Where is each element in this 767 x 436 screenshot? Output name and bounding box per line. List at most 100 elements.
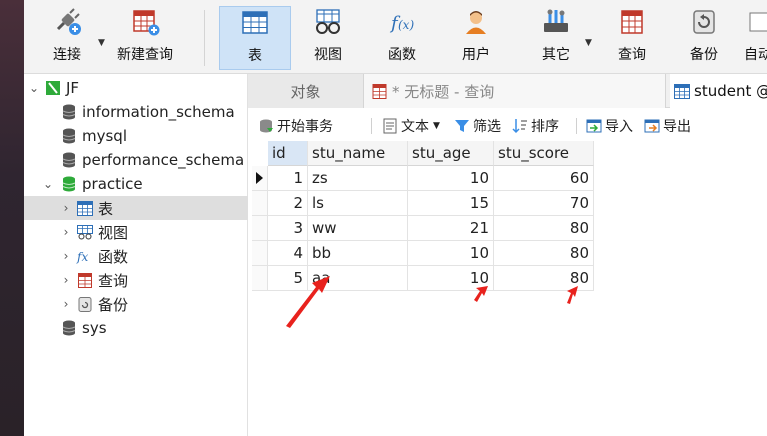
backup-button[interactable]: 备份: [680, 6, 728, 70]
expand-chevron-icon[interactable]: ⌄: [28, 81, 40, 95]
begin-transaction-button[interactable]: 开始事务: [258, 114, 333, 138]
view-glasses-icon: [76, 223, 94, 241]
chevron-right-icon[interactable]: ›: [60, 297, 72, 311]
database-label: performance_schema: [82, 151, 245, 169]
cell-stu-age[interactable]: 10: [408, 166, 494, 191]
connection-label: JF: [66, 79, 80, 97]
function-button[interactable]: f (x) 函数: [378, 6, 426, 70]
tree-db-practice[interactable]: ⌄ practice: [24, 172, 248, 196]
export-label: 导出: [663, 119, 691, 135]
import-icon: [586, 118, 602, 134]
tree-practice-queries[interactable]: › 查询: [24, 268, 248, 292]
chevron-right-icon[interactable]: ›: [60, 225, 72, 239]
import-button[interactable]: 导入: [586, 114, 633, 138]
view-button[interactable]: 视图: [304, 6, 352, 70]
table-row[interactable]: 1 zs 10 60: [252, 166, 622, 191]
others-button[interactable]: 其它: [532, 6, 580, 70]
row-indicator: [252, 266, 268, 291]
cell-stu-age[interactable]: 10: [408, 266, 494, 291]
tree-item-label: 表: [98, 199, 114, 218]
column-header-id[interactable]: id: [268, 141, 308, 166]
row-pointer-icon: [256, 172, 263, 184]
tree-practice-tables[interactable]: › 表: [24, 196, 248, 220]
cell-id[interactable]: 3: [268, 216, 308, 241]
automation-label: 自动: [744, 47, 767, 63]
others-dropdown-icon[interactable]: ▼: [585, 38, 592, 48]
chevron-right-icon[interactable]: ›: [60, 201, 72, 215]
table-row[interactable]: 2 ls 15 70: [252, 191, 622, 216]
tree-practice-functions[interactable]: › fx 函数: [24, 244, 248, 268]
main-toolbar: 连接 ▼ 新建查询 表 视图 f (x) 函数 用户 其它 ▼ 查询 备份 自动: [24, 0, 767, 74]
export-button[interactable]: 导出: [644, 114, 691, 138]
cell-stu-score[interactable]: 80: [494, 241, 594, 266]
sort-icon: [512, 118, 528, 134]
query-icon: [76, 271, 94, 289]
cell-stu-score[interactable]: 80: [494, 216, 594, 241]
column-header-stu-score[interactable]: stu_score: [494, 141, 594, 166]
database-label: sys: [82, 319, 107, 337]
cell-stu-age[interactable]: 21: [408, 216, 494, 241]
table-button[interactable]: 表: [219, 6, 291, 70]
filter-button[interactable]: 筛选: [454, 114, 501, 138]
cell-stu-age[interactable]: 10: [408, 241, 494, 266]
tree-practice-backups[interactable]: › 备份: [24, 292, 248, 316]
column-header-stu-age[interactable]: stu_age: [408, 141, 494, 166]
connect-button[interactable]: 连接: [40, 6, 94, 70]
cell-stu-name[interactable]: bb: [308, 241, 408, 266]
row-indicator: [252, 241, 268, 266]
chevron-right-icon[interactable]: ›: [60, 249, 72, 263]
tree-db-performance-schema[interactable]: performance_schema: [24, 148, 248, 172]
table-icon: [76, 199, 94, 217]
cell-id[interactable]: 4: [268, 241, 308, 266]
new-query-button[interactable]: 新建查询: [112, 6, 178, 70]
cell-id[interactable]: 1: [268, 166, 308, 191]
function-fx-icon: f (x): [385, 6, 419, 38]
tree-connection-jf[interactable]: ⌄ JF: [24, 76, 248, 100]
column-header-stu-name[interactable]: stu_name: [308, 141, 408, 166]
tree-practice-views[interactable]: › 视图: [24, 220, 248, 244]
tab-untitled-query[interactable]: * 无标题 - 查询: [364, 74, 666, 108]
cell-stu-name[interactable]: aa: [308, 266, 408, 291]
row-indicator: [252, 191, 268, 216]
automation-button[interactable]: 自动: [744, 6, 767, 70]
table-row[interactable]: 3 ww 21 80: [252, 216, 622, 241]
table-row[interactable]: 5 aa 10 80: [252, 266, 622, 291]
tree-db-information-schema[interactable]: information_schema: [24, 100, 248, 124]
tree-item-label: 函数: [98, 247, 129, 266]
cell-stu-age[interactable]: 15: [408, 191, 494, 216]
query-button[interactable]: 查询: [608, 6, 656, 70]
new-query-label: 新建查询: [117, 47, 173, 63]
database-label: practice: [82, 175, 143, 193]
database-label: mysql: [82, 127, 127, 145]
import-label: 导入: [605, 119, 633, 135]
begin-transaction-label: 开始事务: [277, 119, 333, 135]
sort-button[interactable]: 排序: [512, 114, 559, 138]
new-query-icon: [128, 6, 162, 38]
database-icon: [60, 319, 78, 337]
connect-dropdown-icon[interactable]: ▼: [98, 38, 105, 48]
tree-db-mysql[interactable]: mysql: [24, 124, 248, 148]
text-dropdown-icon[interactable]: ▼: [433, 121, 440, 131]
tab-objects[interactable]: 对象: [248, 74, 364, 108]
text-button[interactable]: 文本 ▼: [382, 114, 440, 138]
cell-stu-name[interactable]: ls: [308, 191, 408, 216]
sort-label: 排序: [531, 119, 559, 135]
cell-stu-score[interactable]: 60: [494, 166, 594, 191]
view-label: 视图: [314, 47, 342, 63]
tree-db-sys[interactable]: sys: [24, 316, 248, 340]
view-glasses-icon: [311, 6, 345, 38]
cell-id[interactable]: 2: [268, 191, 308, 216]
cell-id[interactable]: 5: [268, 266, 308, 291]
cell-stu-score[interactable]: 80: [494, 266, 594, 291]
user-button[interactable]: 用户: [452, 6, 500, 70]
cell-stu-score[interactable]: 70: [494, 191, 594, 216]
cell-stu-name[interactable]: ww: [308, 216, 408, 241]
chevron-right-icon[interactable]: ›: [60, 273, 72, 287]
table-row[interactable]: 4 bb 10 80: [252, 241, 622, 266]
export-icon: [644, 118, 660, 134]
cell-stu-name[interactable]: zs: [308, 166, 408, 191]
tab-student-table[interactable]: student @pra: [670, 74, 767, 108]
tools-icon: [539, 6, 573, 38]
backup-icon: [687, 6, 721, 38]
expand-chevron-icon[interactable]: ⌄: [42, 177, 54, 191]
